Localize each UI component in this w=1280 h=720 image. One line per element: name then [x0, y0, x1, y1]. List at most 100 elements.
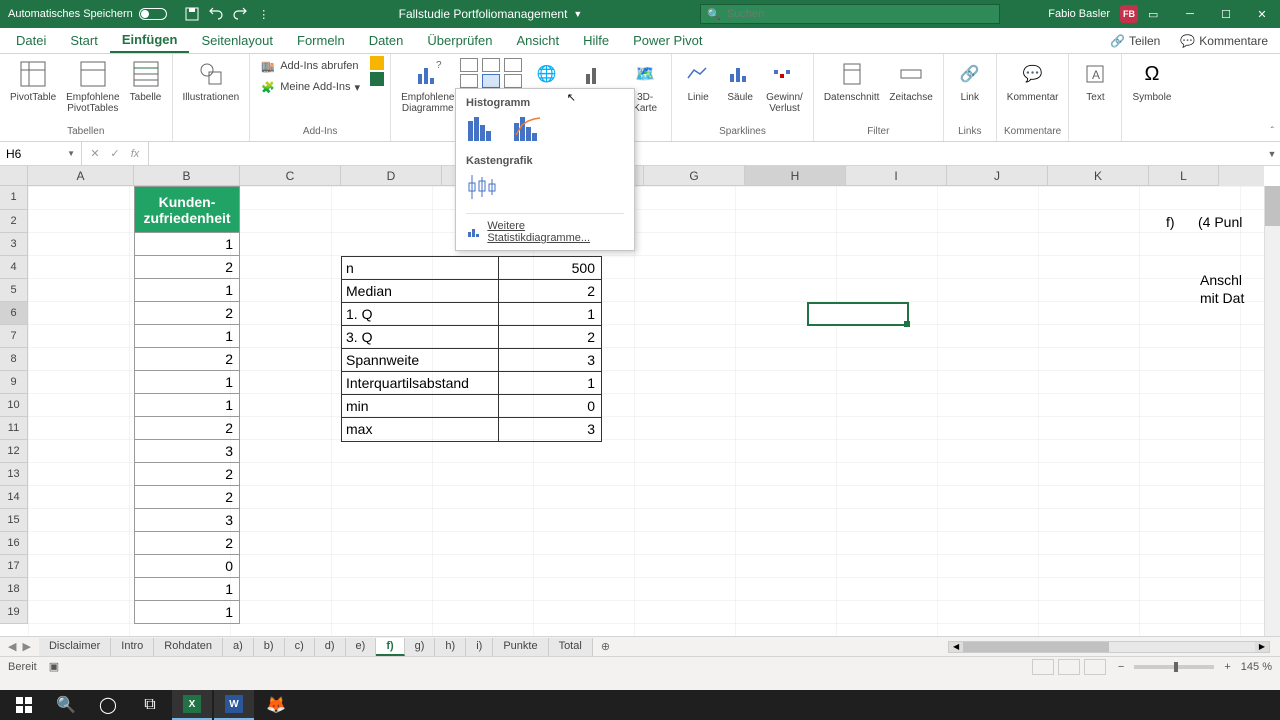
save-icon[interactable] [185, 7, 199, 21]
row-header-5[interactable]: 5 [0, 279, 28, 302]
cell-b13[interactable]: 2 [134, 463, 240, 486]
auto-save-toggle[interactable]: Automatisches Speichern [0, 8, 175, 20]
tab-einfuegen[interactable]: Einfügen [110, 28, 190, 53]
sheet-prev-icon[interactable]: ◀ [8, 640, 16, 653]
cell-b8[interactable]: 2 [134, 348, 240, 371]
column-header-L[interactable]: L [1149, 166, 1219, 186]
search-box[interactable]: 🔍 [700, 4, 1000, 24]
row-header-4[interactable]: 4 [0, 256, 28, 279]
word-taskbar-icon[interactable]: W [214, 690, 254, 720]
start-button[interactable] [4, 690, 44, 720]
search-taskbar-icon[interactable]: 🔍 [46, 690, 86, 720]
sheet-tab-Disclaimer[interactable]: Disclaimer [39, 638, 111, 656]
share-button[interactable]: 🔗 Teilen [1102, 31, 1168, 51]
tab-ansicht[interactable]: Ansicht [504, 29, 571, 52]
chevron-down-icon[interactable]: ▼ [573, 9, 582, 19]
firefox-taskbar-icon[interactable]: 🦊 [256, 690, 296, 720]
sheet-tab-i[interactable]: i) [466, 638, 493, 656]
row-header-13[interactable]: 13 [0, 463, 28, 486]
pivottable-button[interactable]: PivotTable [6, 56, 60, 105]
zoom-in-icon[interactable]: + [1224, 661, 1230, 673]
page-layout-view-icon[interactable] [1058, 659, 1080, 675]
sparkline-column-button[interactable]: Säule [720, 56, 760, 105]
illustrations-button[interactable]: Illustrationen [179, 56, 244, 105]
hscroll-left-icon[interactable]: ◀ [949, 642, 963, 652]
sheet-tab-c[interactable]: c) [285, 638, 315, 656]
column-header-G[interactable]: G [644, 166, 745, 186]
people-icon[interactable] [370, 72, 384, 86]
histogram-option[interactable] [466, 115, 498, 143]
area-chart-icon[interactable] [482, 74, 500, 88]
user-avatar[interactable]: FB [1120, 5, 1138, 23]
row-header-18[interactable]: 18 [0, 578, 28, 601]
my-addins-button[interactable]: 🧩Meine Add-Ins ▾ [256, 77, 364, 97]
tab-powerpivot[interactable]: Power Pivot [621, 29, 714, 52]
column-header-H[interactable]: H [745, 166, 846, 186]
sheet-next-icon[interactable]: ▶ [22, 640, 30, 653]
column-header-C[interactable]: C [240, 166, 341, 186]
selected-cell[interactable] [807, 302, 909, 326]
sheet-tab-b[interactable]: b) [254, 638, 285, 656]
pie-chart-icon[interactable] [504, 58, 522, 72]
row-header-9[interactable]: 9 [0, 371, 28, 394]
more-statistic-charts[interactable]: Weitere Statistikdiagramme... [466, 213, 624, 246]
normal-view-icon[interactable] [1032, 659, 1054, 675]
row-header-3[interactable]: 3 [0, 233, 28, 256]
comments-button[interactable]: 💬 Kommentare [1172, 31, 1276, 51]
hscroll-thumb[interactable] [963, 642, 1109, 652]
sheet-tab-e[interactable]: e) [346, 638, 377, 656]
cancel-formula-icon[interactable]: ✕ [88, 147, 102, 160]
tab-hilfe[interactable]: Hilfe [571, 29, 621, 52]
stats-row[interactable]: max3 [342, 418, 601, 441]
sheet-tab-h[interactable]: h) [435, 638, 466, 656]
cell-b18[interactable]: 1 [134, 578, 240, 601]
name-box-input[interactable] [6, 147, 66, 161]
sheet-tab-g[interactable]: g) [405, 638, 436, 656]
touch-icon[interactable]: ⋮ [257, 7, 271, 21]
close-button[interactable]: ✕ [1244, 0, 1280, 28]
sheet-tab-f[interactable]: f) [376, 638, 404, 656]
boxplot-option[interactable] [466, 173, 498, 201]
scroll-thumb[interactable] [1265, 186, 1280, 226]
sheet-tab-d[interactable]: d) [315, 638, 346, 656]
redo-icon[interactable] [233, 7, 247, 21]
sheet-tab-Intro[interactable]: Intro [111, 638, 154, 656]
cell-b4[interactable]: 2 [134, 256, 240, 279]
maximize-button[interactable]: ☐ [1208, 0, 1244, 28]
stats-row[interactable]: min0 [342, 395, 601, 418]
column-header-K[interactable]: K [1048, 166, 1149, 186]
sheet-tab-Total[interactable]: Total [549, 638, 593, 656]
row-header-7[interactable]: 7 [0, 325, 28, 348]
column-header-I[interactable]: I [846, 166, 947, 186]
hscroll-right-icon[interactable]: ▶ [1255, 642, 1269, 652]
cell-b19[interactable]: 1 [134, 601, 240, 624]
minimize-button[interactable]: ─ [1172, 0, 1208, 28]
line-chart-icon[interactable] [482, 58, 500, 72]
zoom-level[interactable]: 145 % [1241, 661, 1272, 673]
row-header-8[interactable]: 8 [0, 348, 28, 371]
row-header-15[interactable]: 15 [0, 509, 28, 532]
slicer-button[interactable]: Datenschnitt [820, 56, 884, 105]
column-header-D[interactable]: D [341, 166, 442, 186]
select-all-corner[interactable] [0, 166, 28, 186]
search-input[interactable] [727, 8, 993, 20]
zoom-slider[interactable] [1134, 665, 1214, 669]
bing-icon[interactable] [370, 56, 384, 70]
cell-b17[interactable]: 0 [134, 555, 240, 578]
cell-b7[interactable]: 1 [134, 325, 240, 348]
cortana-icon[interactable]: ◯ [88, 690, 128, 720]
sheet-tab-a[interactable]: a) [223, 638, 254, 656]
cell-b12[interactable]: 3 [134, 440, 240, 463]
tab-daten[interactable]: Daten [357, 29, 416, 52]
row-header-19[interactable]: 19 [0, 601, 28, 624]
table-button[interactable]: Tabelle [126, 56, 166, 105]
stats-row[interactable]: 3. Q2 [342, 326, 601, 349]
cell-b6[interactable]: 2 [134, 302, 240, 325]
collapse-ribbon-icon[interactable]: ˆ [1271, 126, 1274, 137]
vertical-scrollbar[interactable] [1264, 186, 1280, 636]
cells-canvas[interactable]: Kunden- zufriedenheit 12121211232232011 … [28, 186, 1264, 636]
row-header-6[interactable]: 6 [0, 302, 28, 325]
cell-b3[interactable]: 1 [134, 233, 240, 256]
stats-row[interactable]: n500 [342, 257, 601, 280]
sheet-nav[interactable]: ◀▶ [0, 640, 39, 653]
